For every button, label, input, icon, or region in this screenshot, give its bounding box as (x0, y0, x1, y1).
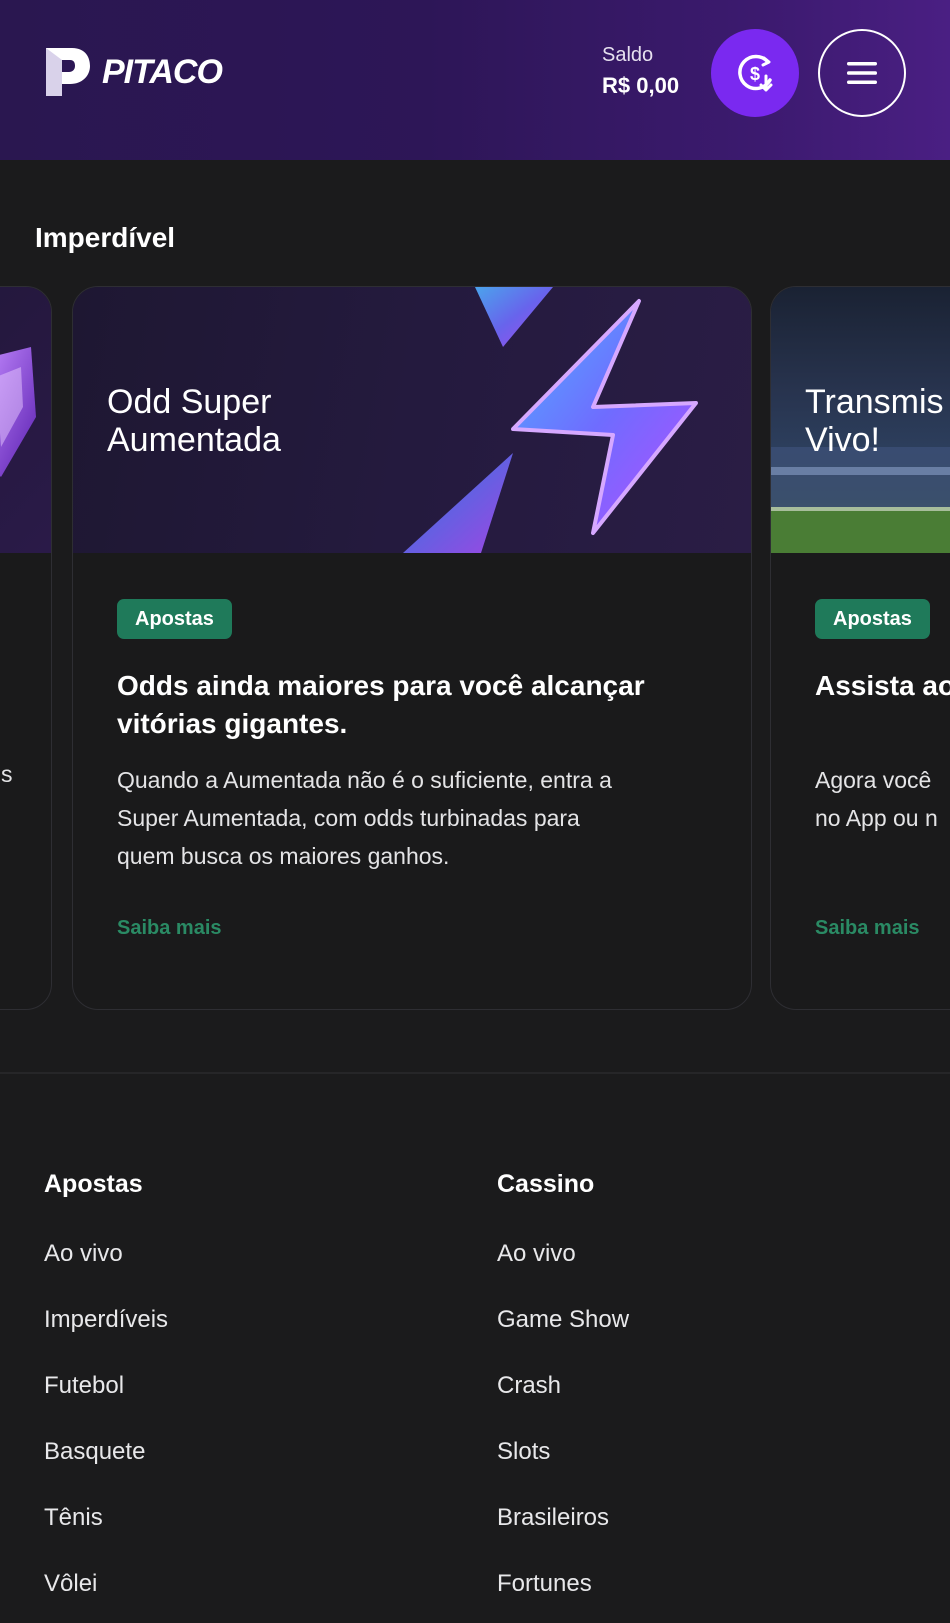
saiba-mais-link[interactable]: Saiba mais (117, 917, 222, 940)
hamburger-menu-icon (847, 62, 877, 84)
promo-card-transmissao[interactable]: Transmis Vivo! Apostas Assista ao Agora … (770, 286, 950, 1010)
card-heading: Assista ao (815, 670, 950, 701)
card-image-title: Odd Super Aumentada (107, 383, 281, 459)
category-badge: Apostas (815, 599, 930, 639)
footer-link-game-show[interactable]: Game Show (497, 1302, 629, 1338)
card-description: Agora você no App ou n (815, 767, 938, 831)
promo-card-odd-super-aumentada[interactable]: Odd Super Aumentada Apostas Odds ainda m… (72, 286, 752, 1010)
footer-link-imperdiveis[interactable]: Imperdíveis (44, 1302, 168, 1338)
card-description-fragment: s (1, 761, 13, 787)
promo-card-image: Transmis Vivo! (771, 287, 950, 553)
footer-link-cassino-ao-vivo[interactable]: Ao vivo (497, 1236, 629, 1272)
promo-card-image (0, 287, 51, 553)
top-header: PITACO Saldo R$ 0,00 $ (0, 0, 950, 160)
balance-value: R$ 0,00 (602, 73, 680, 98)
category-badge: Apostas (117, 599, 232, 639)
svg-text:$: $ (750, 64, 760, 84)
footer-cassino-title: Cassino (497, 1170, 595, 1198)
footer-apostas-title: Apostas (44, 1170, 143, 1198)
pitaco-logo[interactable]: PITACO (42, 44, 223, 100)
card-heading: Odds ainda maiores para você alcançar vi… (117, 670, 645, 739)
footer-link-ao-vivo[interactable]: Ao vivo (44, 1236, 168, 1272)
footer-link-fortunes[interactable]: Fortunes (497, 1566, 629, 1602)
logo-text: PITACO (102, 52, 223, 91)
promo-carousel[interactable]: s Odd Super Aumentada Apostas Odds ainda… (0, 286, 950, 1010)
pitaco-logo-mark (46, 48, 90, 96)
footer-link-crash[interactable]: Crash (497, 1368, 629, 1404)
footer-link-volei[interactable]: Vôlei (44, 1566, 168, 1602)
footer-link-basquete[interactable]: Basquete (44, 1434, 168, 1470)
menu-button[interactable] (818, 29, 906, 117)
balance-label: Saldo (602, 44, 654, 66)
footer-link-tenis[interactable]: Tênis (44, 1500, 168, 1536)
promo-card-previous[interactable]: s (0, 286, 52, 1010)
footer-link-slots[interactable]: Slots (497, 1434, 629, 1470)
saiba-mais-link[interactable]: Saiba mais (815, 917, 920, 940)
card-image-title: Transmis Vivo! (805, 383, 944, 459)
footer-link-brasileiros[interactable]: Brasileiros (497, 1500, 629, 1536)
footer-link-futebol[interactable]: Futebol (44, 1368, 168, 1404)
dollar-coin-download-icon: $ (738, 54, 773, 92)
purple-trophy-icon (0, 347, 36, 477)
lightning-bolt-icon (403, 287, 698, 553)
balance-display[interactable]: Saldo R$ 0,00 (602, 44, 679, 99)
footer-apostas-column: Apostas Ao vivo Imperdíveis Futebol Basq… (44, 1170, 168, 1602)
card-description: Quando a Aumentada não é o suficiente, e… (117, 767, 612, 869)
footer-cassino-column: Cassino Ao vivo Game Show Crash Slots Br… (497, 1170, 629, 1602)
section-divider (0, 1072, 950, 1074)
promo-card-image: Odd Super Aumentada (73, 287, 751, 553)
section-title: Imperdível (35, 222, 176, 253)
deposit-button[interactable]: $ (711, 29, 799, 117)
